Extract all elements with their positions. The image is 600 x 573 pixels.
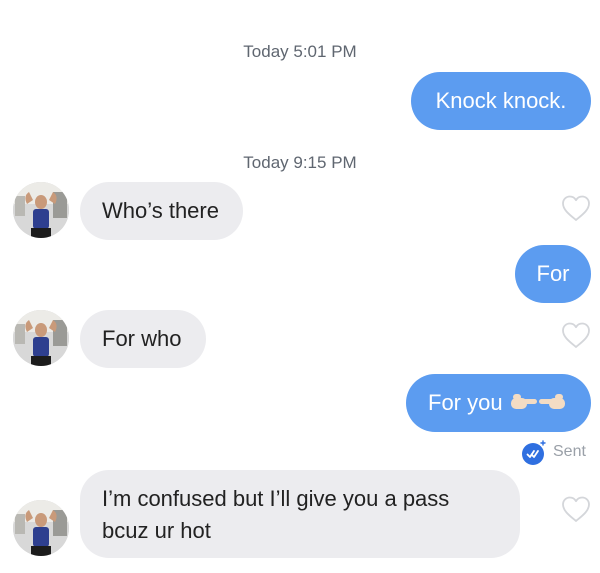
avatar-photo <box>13 310 69 366</box>
outgoing-message[interactable]: For <box>515 245 591 303</box>
avatar[interactable] <box>13 310 69 366</box>
double-check-icon <box>522 440 546 465</box>
message-text: For you <box>428 390 503 415</box>
pointing-hands-emoji <box>510 394 565 409</box>
avatar-photo <box>13 500 69 556</box>
outgoing-message[interactable]: For you <box>406 374 591 432</box>
heart-outline-icon[interactable] <box>560 320 592 350</box>
heart-outline-icon[interactable] <box>560 494 592 524</box>
timestamp: Today 9:15 PM <box>243 153 357 172</box>
avatar-photo <box>13 182 69 238</box>
avatar[interactable] <box>13 182 69 238</box>
avatar[interactable] <box>13 500 69 556</box>
incoming-message[interactable]: I’m confused but I’ll give you a pass bc… <box>80 470 520 558</box>
incoming-message[interactable]: For who <box>80 310 206 368</box>
outgoing-message[interactable]: Knock knock. <box>411 72 591 130</box>
sent-label: Sent <box>553 443 586 460</box>
timestamp: Today 5:01 PM <box>243 42 357 61</box>
incoming-message[interactable]: Who’s there <box>80 182 243 240</box>
heart-outline-icon[interactable] <box>560 193 592 223</box>
